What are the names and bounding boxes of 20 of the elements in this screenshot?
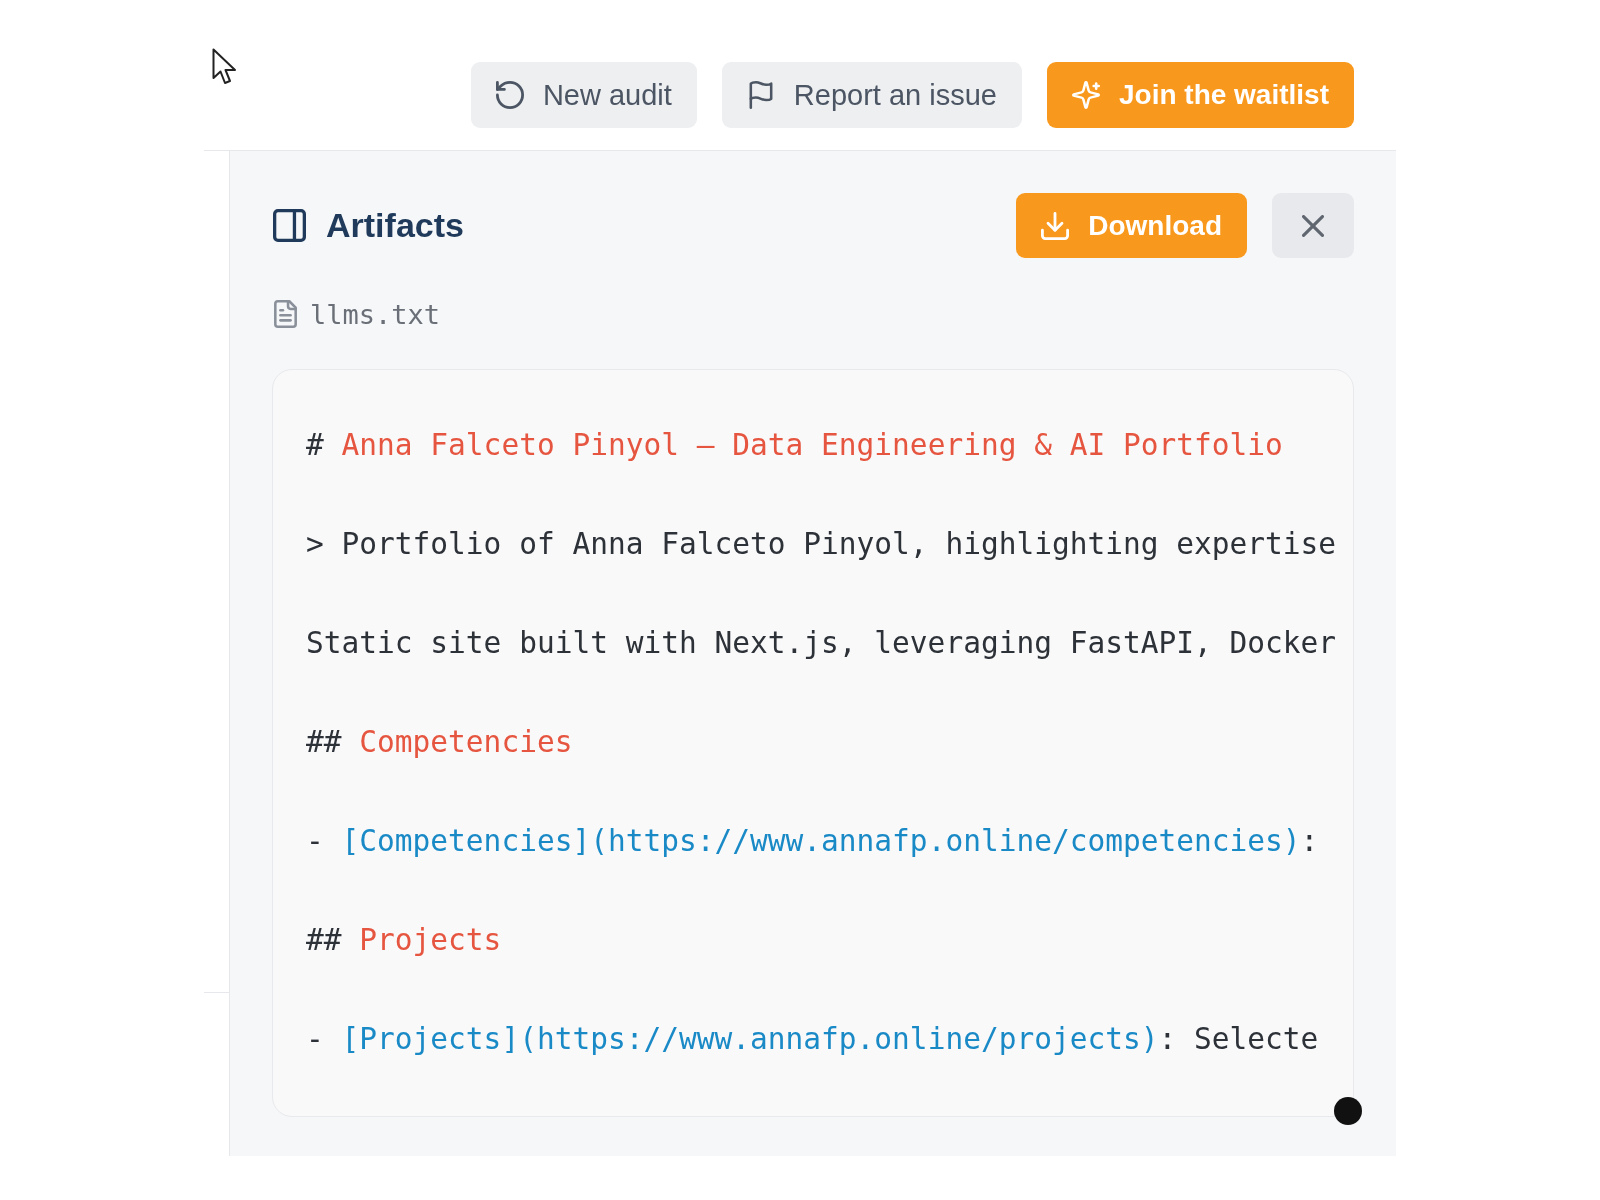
circular-arrow-icon [495,81,524,109]
download-icon [1041,211,1070,240]
dot-icon [1334,1097,1362,1125]
new-audit-button[interactable]: New audit [470,62,697,128]
code-line: > Portfolio of Anna Falceto Pinyol, highlighting expertise [306,526,1337,563]
close-button[interactable] [1272,193,1354,258]
code-line: - [Projects](https://www.annafp.online/projects): Selecte [306,1021,1319,1058]
code-line: Static site built with Next.js, leveraging FastAPI, Docker [306,625,1337,662]
close-icon [1302,214,1324,237]
report-issue-button[interactable]: Report an issue [721,62,1022,128]
file-name: llms.txt [310,298,441,330]
code-line: ## Projects [306,922,502,959]
code-line: ## Competencies [306,724,573,761]
panel-icon [273,209,306,242]
cursor-icon [212,48,238,86]
code-line: # Anna Falceto Pinyol — Data Engineering & AI Portfolio [306,427,1283,464]
sparkles-icon [1071,81,1100,109]
panel-title: Artifacts [326,206,464,245]
document-icon [273,300,298,328]
code-line: - [Competencies](https://www.annafp.online/competencies): [306,823,1319,860]
